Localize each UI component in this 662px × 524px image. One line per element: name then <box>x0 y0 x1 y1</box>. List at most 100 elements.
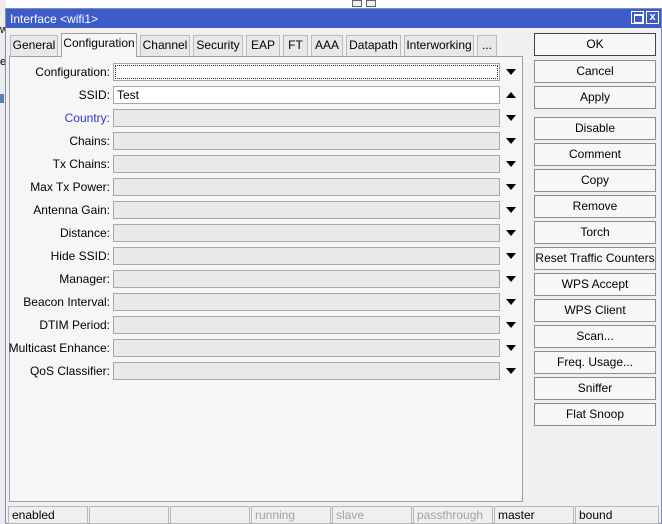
dropdown-arrow-icon[interactable] <box>506 345 516 351</box>
title-bar[interactable]: Interface <wifi1> x <box>6 9 661 28</box>
dropdown-arrow-icon[interactable] <box>506 230 516 236</box>
tab-general[interactable]: General <box>10 35 58 56</box>
field-label: Distance: <box>59 226 110 240</box>
wps-client-button[interactable]: WPS Client <box>534 299 656 322</box>
dropdown-arrow-icon[interactable] <box>506 184 516 190</box>
interface-dialog: Interface <wifi1> x General Configuratio… <box>5 8 662 524</box>
comment-button[interactable]: Comment <box>534 143 656 166</box>
dropdown-arrow-icon[interactable] <box>506 207 516 213</box>
status-running: running <box>251 506 331 524</box>
field-row-beacon-interval: Beacon Interval: <box>10 292 524 312</box>
field-label: Manager: <box>59 272 110 286</box>
torch-button[interactable]: Torch <box>534 221 656 244</box>
field-label: Multicast Enhance: <box>8 341 110 355</box>
dropdown-arrow-icon[interactable] <box>506 276 516 282</box>
antenna-gain-select[interactable] <box>113 201 500 219</box>
tab-channel[interactable]: Channel <box>140 35 190 56</box>
scan-button[interactable]: Scan... <box>534 325 656 348</box>
qos-classifier-select[interactable] <box>113 362 500 380</box>
tab-configuration[interactable]: Configuration <box>61 33 137 57</box>
field-row-max-tx-power: Max Tx Power: <box>10 177 524 197</box>
max-tx-power-select[interactable] <box>113 178 500 196</box>
dropdown-arrow-icon[interactable] <box>506 115 516 121</box>
multicast-enhance-select[interactable] <box>113 339 500 357</box>
dropdown-arrow-icon[interactable] <box>506 299 516 305</box>
status-bar: enabled running slave passthrough master… <box>6 506 661 524</box>
copy-button[interactable]: Copy <box>534 169 656 192</box>
field-row-antenna-gain: Antenna Gain: <box>10 200 524 220</box>
status-bound: bound <box>575 506 659 524</box>
dropdown-arrow-icon[interactable] <box>506 368 516 374</box>
ok-button[interactable]: OK <box>534 33 656 56</box>
window-title: Interface <wifi1> <box>10 12 99 26</box>
field-label: DTIM Period: <box>39 318 110 332</box>
wps-accept-button[interactable]: WPS Accept <box>534 273 656 296</box>
tab-aaa[interactable]: AAA <box>311 35 343 56</box>
tx-chains-select[interactable] <box>113 155 500 173</box>
flat-snoop-button[interactable]: Flat Snoop <box>534 403 656 426</box>
hide-ssid-select[interactable] <box>113 247 500 265</box>
tab-ft[interactable]: FT <box>283 35 308 56</box>
status-cell <box>170 506 250 524</box>
dropdown-arrow-icon[interactable] <box>506 161 516 167</box>
tab-security[interactable]: Security <box>193 35 243 56</box>
manager-select[interactable] <box>113 270 500 288</box>
configuration-panel: Configuration: SSID: Test Country: Chain… <box>9 56 523 502</box>
tab-more[interactable]: ... <box>477 35 497 56</box>
background-window-button <box>366 0 376 7</box>
collapse-arrow-icon[interactable] <box>506 92 516 98</box>
field-row-manager: Manager: <box>10 269 524 289</box>
status-master: master <box>494 506 574 524</box>
background-window-button <box>352 0 362 7</box>
dtim-period-select[interactable] <box>113 316 500 334</box>
sniffer-button[interactable]: Sniffer <box>534 377 656 400</box>
field-label: QoS Classifier: <box>29 364 110 378</box>
status-enabled: enabled <box>8 506 88 524</box>
tab-datapath[interactable]: Datapath <box>346 35 401 56</box>
field-label: Antenna Gain: <box>33 203 110 217</box>
field-row-chains: Chains: <box>10 131 524 151</box>
dropdown-arrow-icon[interactable] <box>506 253 516 259</box>
dropdown-arrow-icon[interactable] <box>506 322 516 328</box>
chains-select[interactable] <box>113 132 500 150</box>
field-row-multicast-enhance: Multicast Enhance: <box>8 338 524 358</box>
field-label: Hide SSID: <box>50 249 110 263</box>
configuration-select[interactable] <box>113 63 500 81</box>
field-row-configuration: Configuration: <box>10 62 524 82</box>
field-label: Tx Chains: <box>52 157 110 171</box>
field-row-distance: Distance: <box>10 223 524 243</box>
background-window-strip <box>0 0 662 8</box>
field-row-qos-classifier: QoS Classifier: <box>10 361 524 381</box>
ssid-input[interactable]: Test <box>113 86 500 104</box>
cancel-button[interactable]: Cancel <box>534 60 656 83</box>
field-row-tx-chains: Tx Chains: <box>10 154 524 174</box>
dropdown-arrow-icon[interactable] <box>506 69 516 75</box>
field-label: Chains: <box>69 134 110 148</box>
tab-interworking[interactable]: Interworking <box>404 35 474 56</box>
distance-select[interactable] <box>113 224 500 242</box>
status-cell <box>89 506 169 524</box>
tab-eap[interactable]: EAP <box>246 35 280 56</box>
field-label: Max Tx Power: <box>30 180 110 194</box>
country-link-label[interactable]: Country: <box>65 111 110 125</box>
close-icon[interactable]: x <box>646 11 659 24</box>
field-label: SSID: <box>78 88 110 102</box>
status-slave: slave <box>332 506 412 524</box>
freq-usage-button[interactable]: Freq. Usage... <box>534 351 656 374</box>
field-row-dtim-period: DTIM Period: <box>10 315 524 335</box>
maximize-icon[interactable] <box>631 11 644 24</box>
field-row-ssid: SSID: Test <box>10 85 524 105</box>
country-select[interactable] <box>113 109 500 127</box>
reset-traffic-counters-button[interactable]: Reset Traffic Counters <box>534 247 656 270</box>
background-selection-mark <box>0 94 4 103</box>
status-passthrough: passthrough <box>413 506 493 524</box>
field-row-hide-ssid: Hide SSID: <box>10 246 524 266</box>
remove-button[interactable]: Remove <box>534 195 656 218</box>
dropdown-arrow-icon[interactable] <box>506 138 516 144</box>
disable-button[interactable]: Disable <box>534 117 656 140</box>
apply-button[interactable]: Apply <box>534 86 656 109</box>
field-label: Beacon Interval: <box>23 295 110 309</box>
beacon-interval-select[interactable] <box>113 293 500 311</box>
field-row-country: Country: <box>10 108 524 128</box>
field-label: Configuration: <box>35 65 110 79</box>
